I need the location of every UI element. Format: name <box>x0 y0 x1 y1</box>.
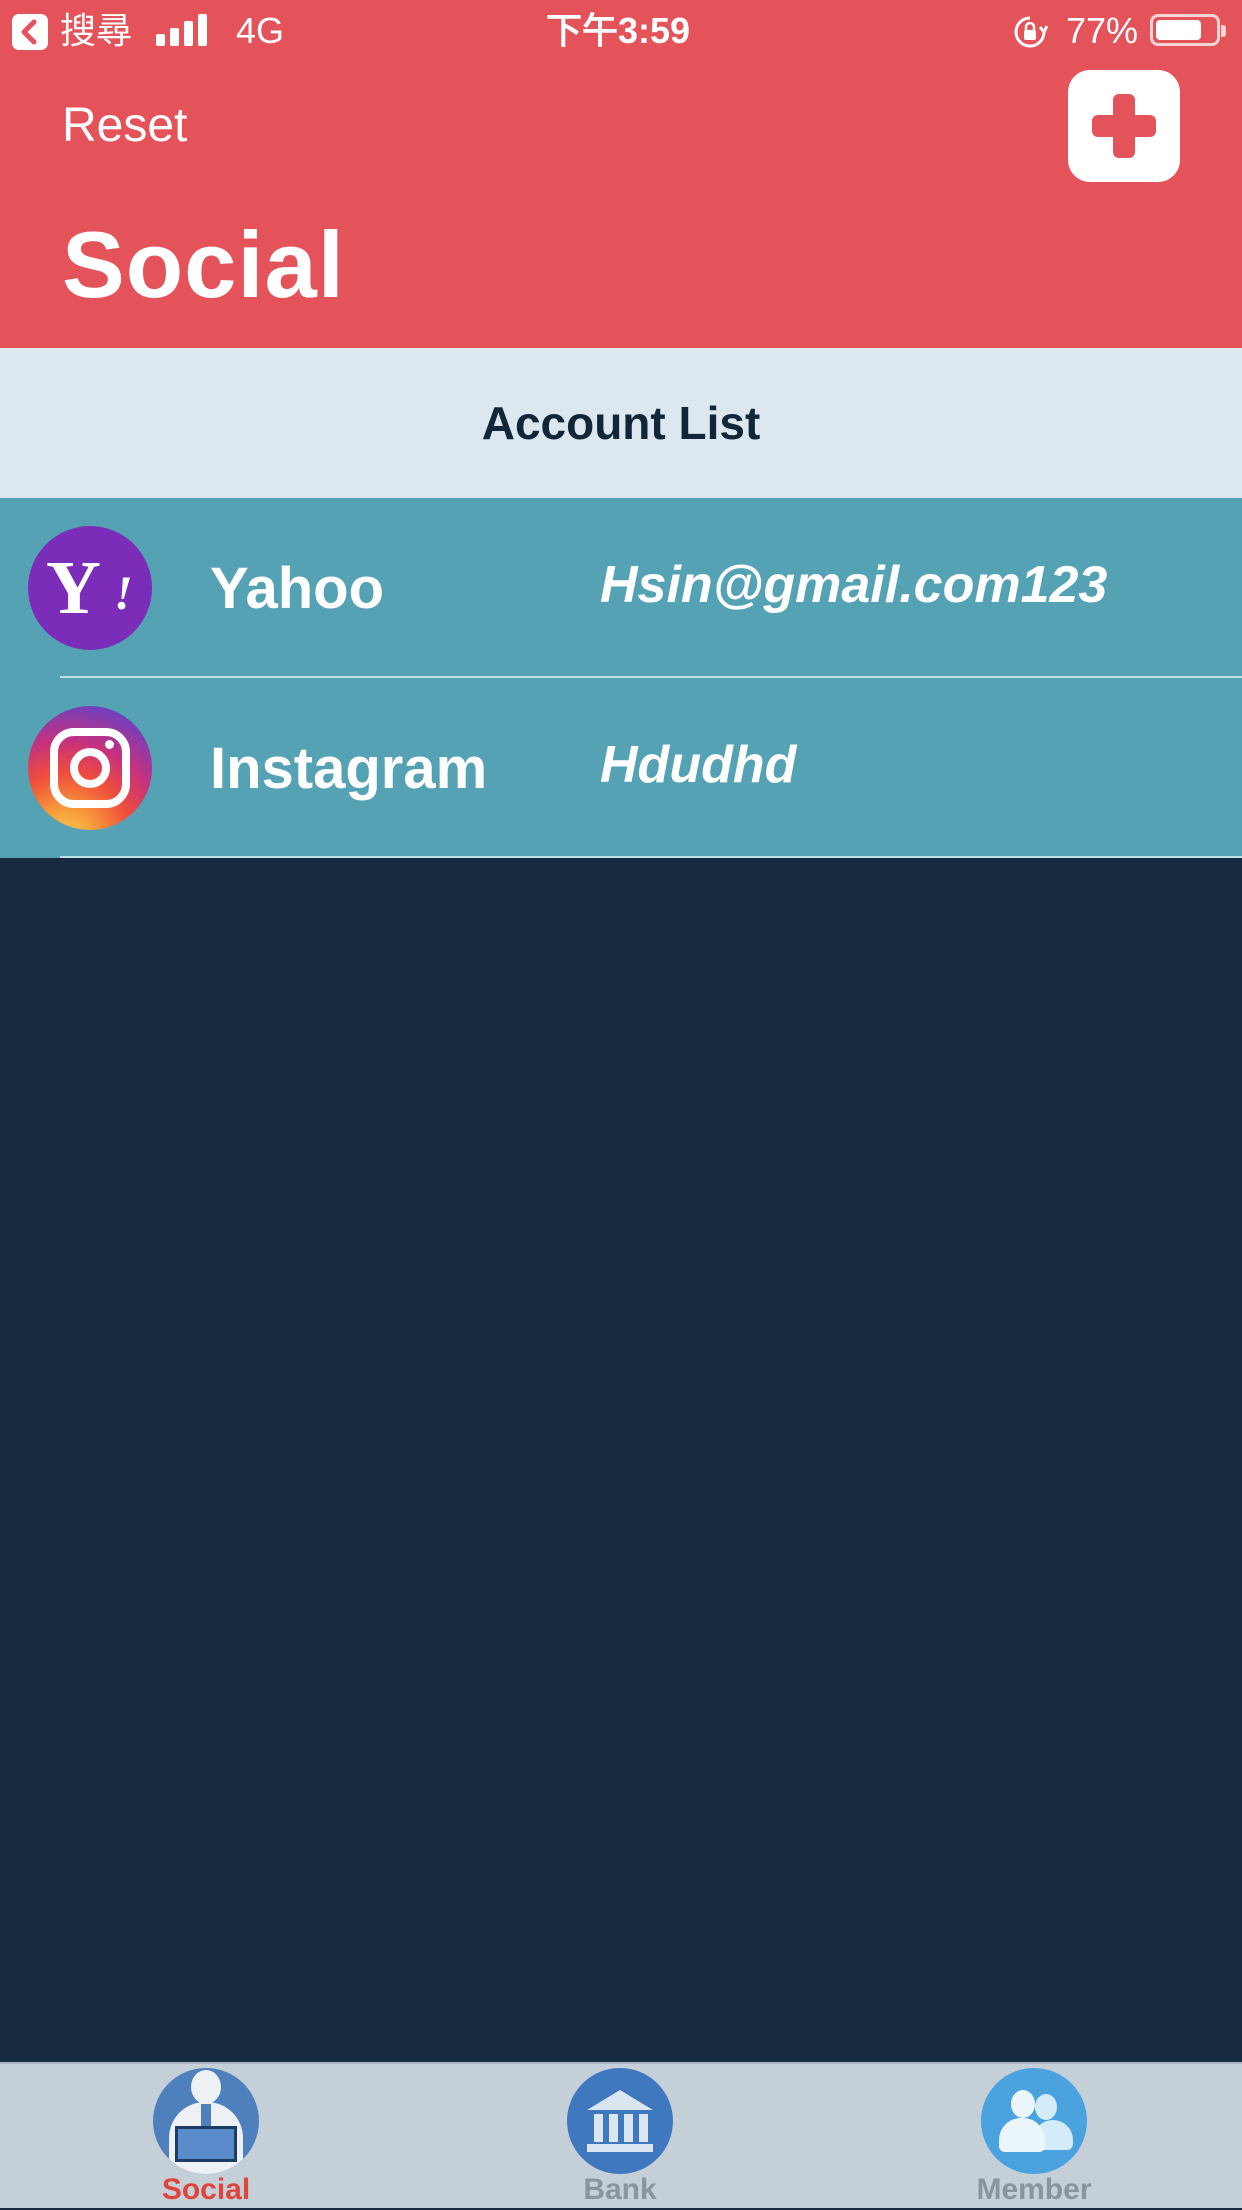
signal-icon <box>156 14 208 46</box>
tab-bank[interactable]: Bank <box>490 2064 750 2210</box>
section-header: Account List <box>0 348 1242 498</box>
tab-member[interactable]: Member <box>904 2064 1164 2210</box>
bank-tab-icon <box>567 2068 673 2174</box>
instagram-logo-icon <box>28 706 152 830</box>
header: 搜尋 4G 下午3:59 77% Reset Social <box>0 0 1242 348</box>
account-name: Yahoo <box>210 556 385 621</box>
battery-icon <box>1150 14 1226 46</box>
account-username: Hsin@gmail.com123 <box>600 556 1108 614</box>
account-row-instagram[interactable]: Instagram Hdudhd <box>0 678 1242 858</box>
back-app-label[interactable]: 搜尋 <box>60 10 132 52</box>
account-username: Hdudhd <box>600 736 797 794</box>
reset-button[interactable]: Reset <box>62 98 187 154</box>
row-divider <box>60 856 1242 858</box>
account-list: Y! Yahoo Hsin@gmail.com123 Instagram Hdu… <box>0 498 1242 858</box>
page-title: Social <box>62 212 345 317</box>
tab-label: Social <box>161 2173 251 2206</box>
tab-label: Member <box>976 2173 1092 2206</box>
battery-percent: 77% <box>1066 10 1139 51</box>
account-row-yahoo[interactable]: Y! Yahoo Hsin@gmail.com123 <box>0 498 1242 678</box>
section-title: Account List <box>481 397 761 449</box>
tab-bar: Social Bank Member <box>0 2062 1242 2208</box>
yahoo-logo-icon: Y! <box>28 526 152 650</box>
social-tab-icon <box>153 2068 259 2174</box>
clock: 下午3:59 <box>546 10 691 51</box>
tab-label: Bank <box>583 2173 657 2206</box>
network-type: 4G <box>236 10 285 51</box>
back-to-app-icon[interactable] <box>12 14 48 50</box>
member-tab-icon <box>981 2068 1087 2174</box>
add-account-button[interactable] <box>1068 70 1180 182</box>
rotation-lock-icon <box>1014 16 1048 48</box>
status-bar: 搜尋 4G 下午3:59 77% <box>0 0 1242 62</box>
account-name: Instagram <box>210 736 488 801</box>
tab-social[interactable]: Social <box>76 2064 336 2210</box>
